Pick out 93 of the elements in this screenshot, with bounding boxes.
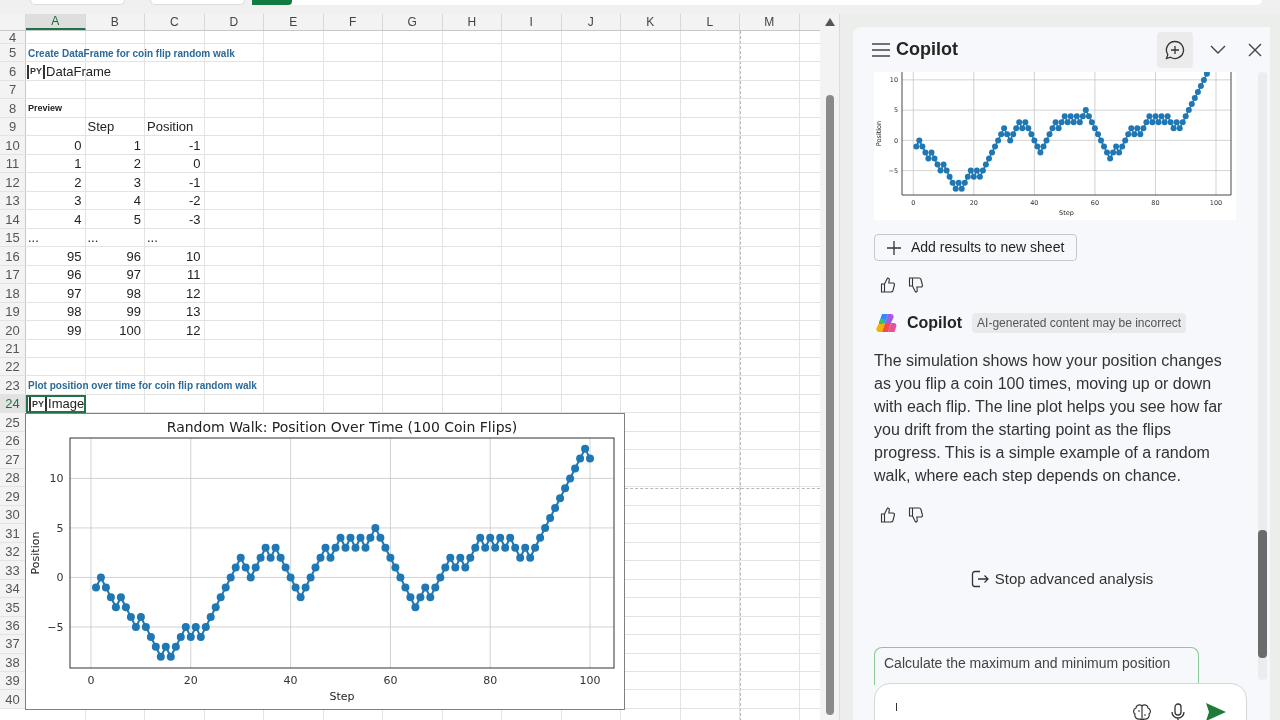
table-cell[interactable]: 0 bbox=[145, 154, 205, 174]
row-header[interactable]: 6 bbox=[0, 62, 26, 81]
column-header[interactable]: A bbox=[26, 14, 86, 30]
column-header[interactable]: J bbox=[561, 14, 621, 30]
disclaimer-label: AI-generated content may be incorrect bbox=[972, 313, 1187, 333]
column-header[interactable]: G bbox=[383, 14, 443, 30]
table-cell[interactable]: 3 bbox=[26, 191, 86, 211]
table-cell[interactable]: 5 bbox=[85, 210, 145, 229]
table-cell[interactable]: 95 bbox=[26, 247, 86, 266]
table-cell[interactable]: -1 bbox=[145, 136, 205, 155]
column-header[interactable]: L bbox=[680, 14, 740, 30]
table-cell[interactable]: 12 bbox=[145, 284, 205, 303]
tick-label: 100 bbox=[579, 674, 601, 687]
table-cell[interactable]: 99 bbox=[85, 302, 145, 322]
table-cell[interactable]: 0 bbox=[26, 136, 86, 155]
tick-label: 10 bbox=[49, 472, 64, 486]
table-cell[interactable]: 99 bbox=[26, 321, 86, 340]
python-badge: PY bbox=[29, 397, 47, 412]
axis-label: Step bbox=[329, 690, 355, 703]
tick-label: 80 bbox=[483, 674, 498, 687]
row-header[interactable]: 14 bbox=[0, 210, 26, 229]
tick-label: 40 bbox=[283, 674, 298, 687]
column-header[interactable]: K bbox=[621, 14, 681, 30]
table-cell[interactable]: 1 bbox=[26, 154, 86, 174]
row-header[interactable]: 25 bbox=[0, 413, 26, 432]
table-cell[interactable]: ... bbox=[85, 228, 145, 248]
add-results-button[interactable]: Add results to new sheet bbox=[874, 234, 1078, 261]
author-name: Copilot bbox=[907, 313, 963, 333]
tick-label: 5 bbox=[56, 521, 64, 535]
row-header[interactable]: 40 bbox=[0, 690, 26, 709]
table-cell[interactable]: Step bbox=[85, 117, 145, 137]
row-header[interactable]: 20 bbox=[0, 321, 26, 340]
cell-text: DataFrame bbox=[46, 62, 112, 81]
cell-text: Preview bbox=[27, 101, 63, 115]
python-badge: PY bbox=[27, 64, 45, 79]
row-header[interactable]: 8 bbox=[0, 99, 26, 118]
tick-label: 60 bbox=[383, 674, 398, 687]
row-header[interactable]: 18 bbox=[0, 284, 26, 303]
table-cell[interactable]: 4 bbox=[26, 210, 86, 229]
tick-label: −5 bbox=[47, 620, 64, 634]
table-cell[interactable]: 1 bbox=[85, 136, 145, 155]
chart-panel[interactable]: 0 20 40 60 80 100 −5 0 5 10 Random Walk: Position Over Time (100 Coin Flips) Step Position bbox=[25, 413, 625, 710]
table-cell[interactable]: 96 bbox=[85, 247, 145, 266]
table-cell[interactable]: -1 bbox=[145, 173, 205, 192]
table-cell[interactable]: 97 bbox=[85, 265, 145, 285]
column-header[interactable]: I bbox=[502, 14, 562, 30]
cell-text: Create DataFrame for coin flip random walk bbox=[27, 46, 235, 61]
column-header[interactable]: D bbox=[204, 14, 264, 30]
table-cell[interactable]: -3 bbox=[145, 210, 205, 229]
table-cell[interactable]: 10 bbox=[145, 247, 205, 266]
row-header[interactable]: 29 bbox=[0, 487, 26, 506]
stop-analysis-button[interactable]: Stop advanced analysis bbox=[970, 568, 1154, 591]
table-cell[interactable]: -2 bbox=[145, 191, 205, 211]
table-cell[interactable]: 3 bbox=[85, 173, 145, 192]
table-cell[interactable]: 97 bbox=[26, 284, 86, 303]
row-header[interactable]: 31 bbox=[0, 524, 26, 543]
row-header[interactable]: 12 bbox=[0, 173, 26, 192]
table-cell[interactable]: 2 bbox=[85, 154, 145, 174]
column-header[interactable]: E bbox=[264, 14, 324, 30]
column-header[interactable]: C bbox=[145, 14, 205, 30]
axis-label: Position bbox=[29, 531, 42, 575]
row-header[interactable]: 37 bbox=[0, 635, 26, 654]
row-header[interactable]: 23 bbox=[0, 376, 26, 395]
row-header[interactable]: 27 bbox=[0, 450, 26, 469]
tick-label: 0 bbox=[56, 571, 64, 585]
table-cell[interactable]: 98 bbox=[26, 302, 86, 322]
column-header[interactable]: F bbox=[323, 14, 383, 30]
row-header[interactable]: 35 bbox=[0, 598, 26, 617]
table-cell[interactable]: Position bbox=[145, 117, 205, 137]
table-cell[interactable]: 98 bbox=[85, 284, 145, 303]
table-cell[interactable]: 100 bbox=[85, 321, 145, 340]
panel-title: Copilot bbox=[896, 38, 958, 61]
table-cell[interactable]: 4 bbox=[85, 191, 145, 211]
column-header[interactable]: B bbox=[85, 14, 145, 30]
row-header[interactable]: 5 bbox=[0, 44, 26, 63]
column-header[interactable]: M bbox=[740, 14, 800, 30]
row-header[interactable]: 33 bbox=[0, 561, 26, 580]
row-header[interactable]: 10 bbox=[0, 136, 26, 155]
table-cell[interactable]: 13 bbox=[145, 302, 205, 322]
table-cell[interactable]: 2 bbox=[26, 173, 86, 192]
chart-title: Random Walk: Position Over Time (100 Coin Flips) bbox=[166, 419, 518, 435]
table-cell[interactable]: 11 bbox=[145, 265, 205, 285]
table-cell[interactable]: 96 bbox=[26, 265, 86, 285]
cell-text: Plot position over time for coin flip random walk bbox=[27, 379, 257, 394]
table-cell[interactable]: ... bbox=[145, 228, 205, 248]
response-text: The simulation shows how your position changes as you flip a coin 100 times, moving up or down with each flip. The line plot helps you see how far you drift from the starting point as the flips progress. This is a simple example of a random walk, where each step depends on chance. bbox=[874, 351, 1224, 486]
row-header[interactable]: 16 bbox=[0, 247, 26, 266]
table-cell[interactable]: ... bbox=[26, 228, 86, 248]
column-header[interactable]: H bbox=[442, 14, 502, 30]
table-cell[interactable]: 12 bbox=[145, 321, 205, 340]
tick-label: 0 bbox=[87, 674, 95, 687]
tick-label: 20 bbox=[183, 674, 198, 687]
cell-text: Image bbox=[48, 395, 85, 414]
